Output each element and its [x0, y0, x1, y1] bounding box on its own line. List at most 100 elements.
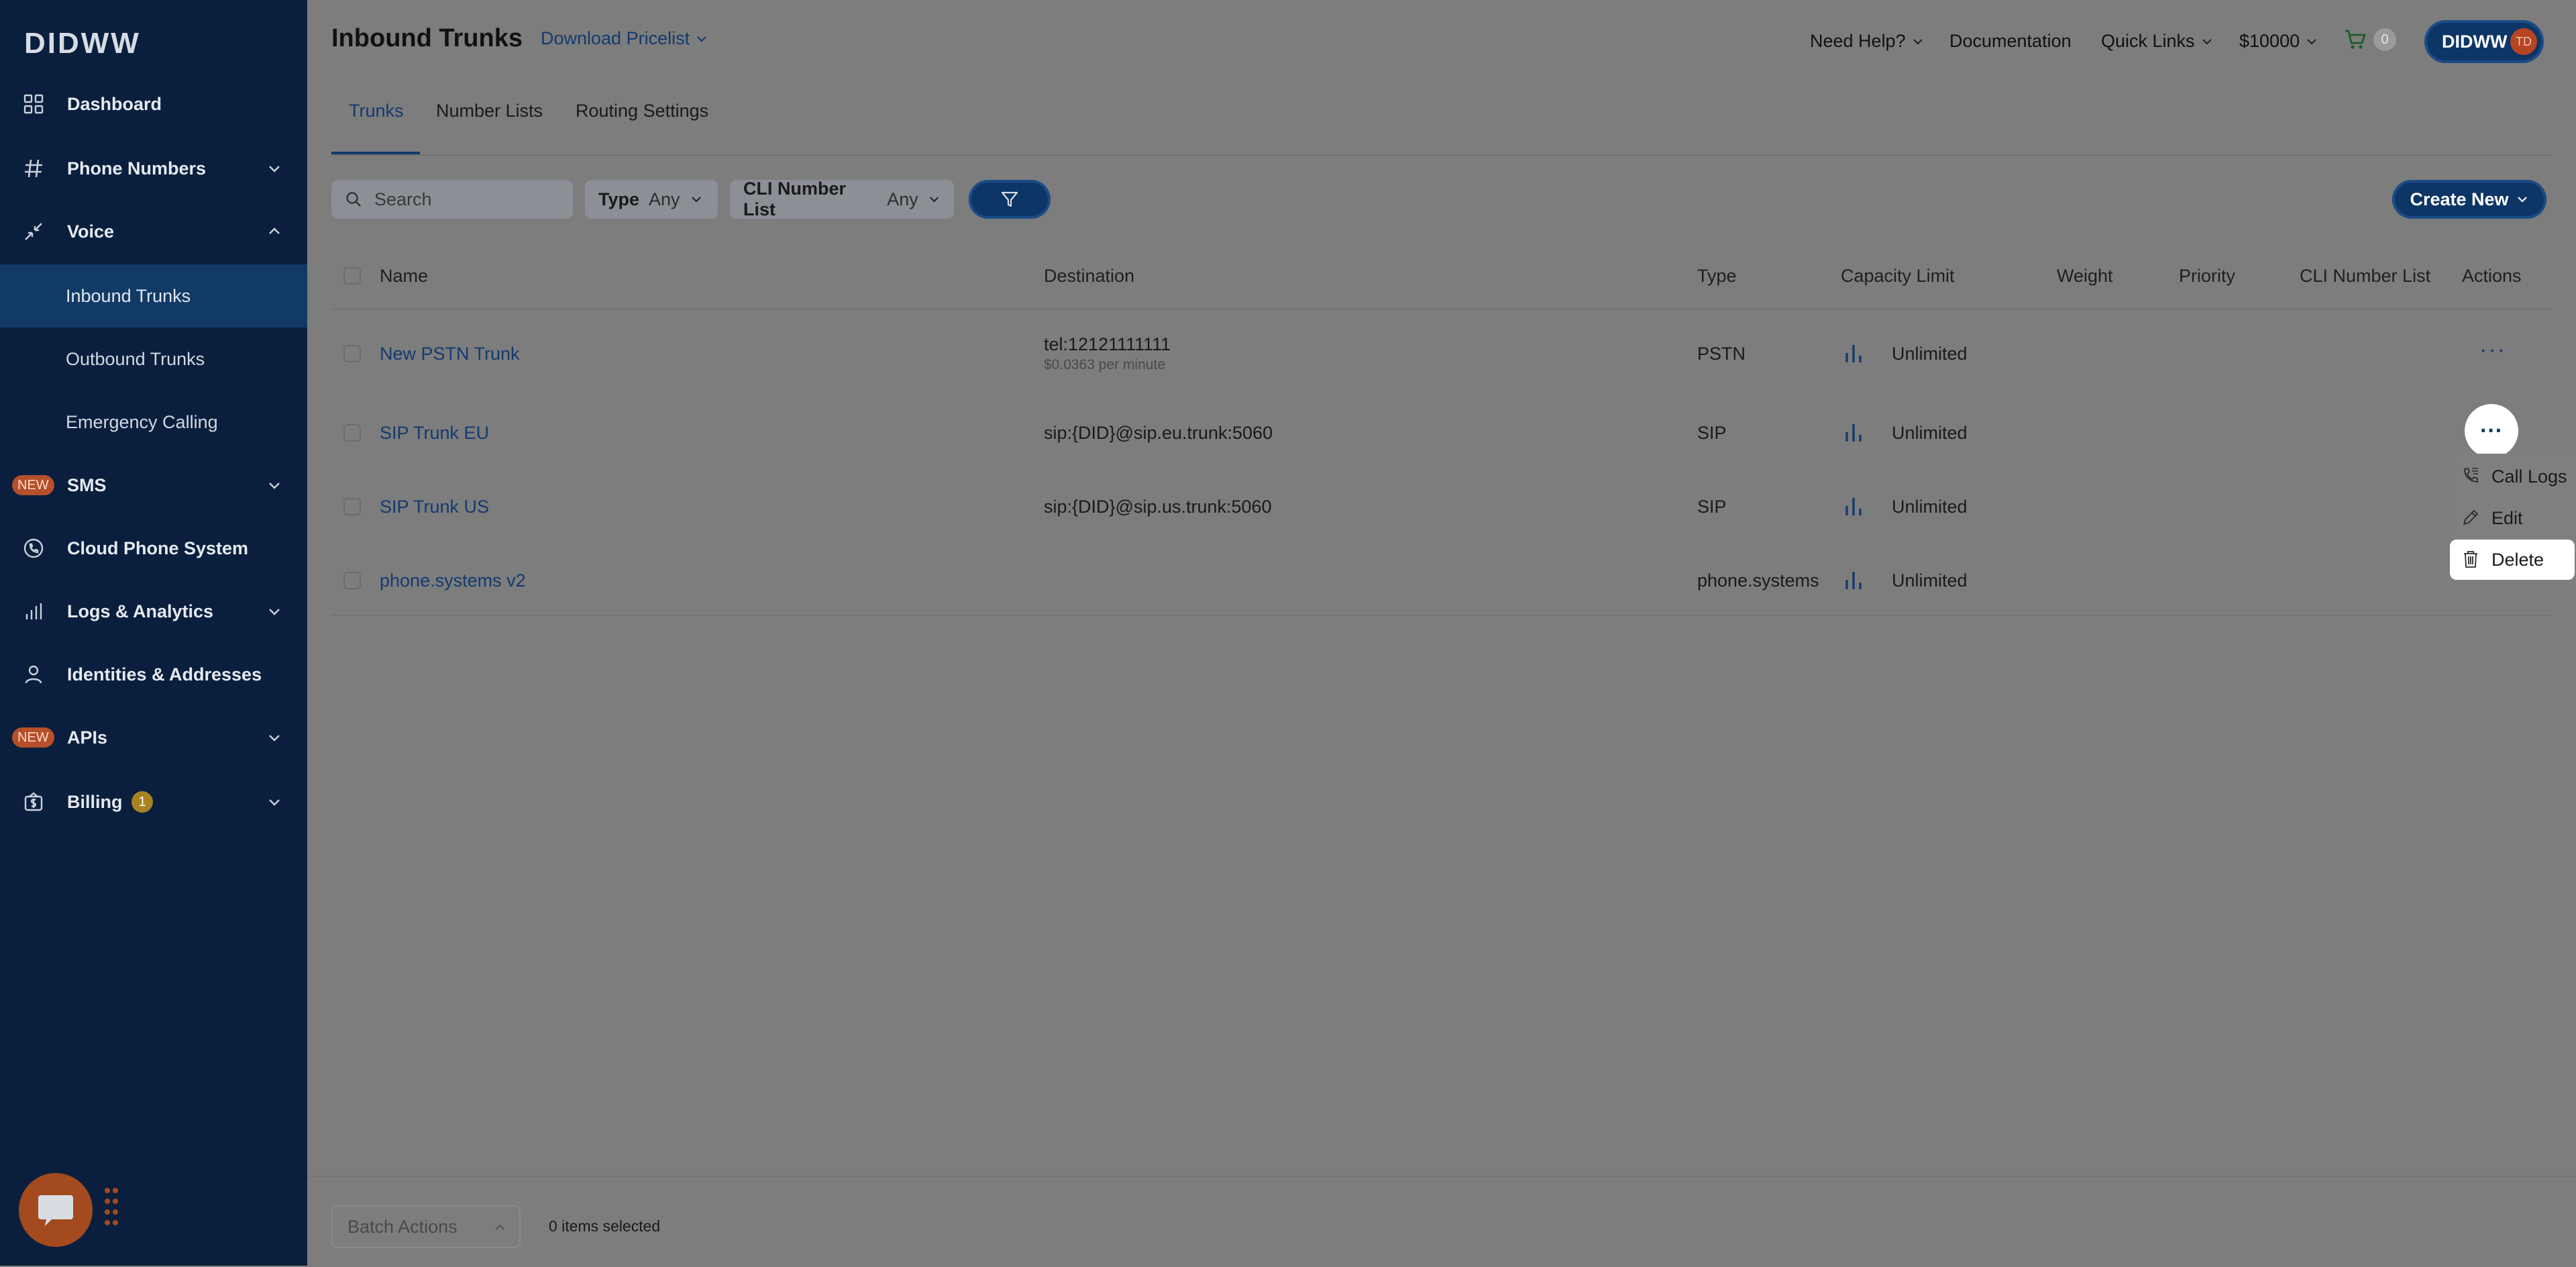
call-logs-icon	[2464, 467, 2478, 483]
column-header-capacity-limit[interactable]: Capacity Limit	[1841, 266, 1955, 287]
trunk-destination-rate: $0.0363 per minute	[1044, 357, 1165, 372]
trash-icon	[2464, 551, 2477, 568]
sidebar-item-logs-analytics[interactable]: Logs & Analytics	[0, 580, 307, 643]
sidebar-item-label: Voice	[67, 221, 115, 242]
capacity-bars-icon	[1845, 345, 1862, 362]
type-filter[interactable]: Type Any	[585, 180, 718, 219]
chevron-up-icon	[269, 227, 280, 234]
dashboard-grid-icon	[20, 91, 47, 117]
sidebar-item-sms[interactable]: NEW SMS	[0, 454, 307, 517]
sidebar-item-identities-addresses[interactable]: Identities & Addresses	[0, 643, 307, 706]
quick-links-label: Quick Links	[2101, 31, 2195, 51]
sidebar-item-dashboard[interactable]: Dashboard	[0, 72, 307, 136]
tab-number-lists[interactable]: Number Lists	[436, 101, 543, 121]
trunk-capacity: Unlimited	[1892, 497, 1968, 517]
trunk-type: phone.systems	[1697, 570, 1819, 591]
sidebar-item-cloud-phone-system[interactable]: Cloud Phone System	[0, 517, 307, 580]
chevron-down-icon	[697, 36, 706, 42]
balance-menu[interactable]: $10000	[2239, 31, 2318, 52]
menu-item-delete[interactable]: Delete	[2450, 540, 2575, 580]
row-actions-button[interactable]: ···	[2479, 337, 2506, 363]
tab-trunks[interactable]: Trunks	[349, 101, 404, 121]
trunk-capacity: Unlimited	[1892, 423, 1968, 443]
account-label: DIDWW	[2442, 31, 2508, 52]
menu-item-call-logs[interactable]: Call Logs	[2450, 456, 2576, 497]
sidebar-item-billing[interactable]: Billing 1	[0, 770, 307, 833]
chevron-down-icon	[691, 197, 701, 203]
capacity-bars-icon	[1845, 424, 1862, 442]
column-header-cli-number-list[interactable]: CLI Number List	[2300, 266, 2430, 287]
sidebar-item-inbound-trunks[interactable]: Inbound Trunks	[0, 264, 307, 327]
column-header-priority[interactable]: Priority	[2179, 266, 2235, 287]
column-header-weight[interactable]: Weight	[2057, 266, 2113, 287]
sidebar-item-label: Cloud Phone System	[67, 538, 249, 558]
sidebar-item-label: APIs	[67, 727, 108, 748]
trunk-destination: sip:{DID}@sip.us.trunk:5060	[1044, 497, 1272, 517]
select-all-checkbox[interactable]	[343, 267, 361, 285]
row-checkbox[interactable]	[343, 498, 361, 515]
drag-handle-icon[interactable]	[103, 1186, 119, 1229]
sidebar-item-label: Billing	[67, 791, 123, 812]
sidebar-item-outbound-trunks[interactable]: Outbound Trunks	[0, 327, 307, 391]
apply-filter-button[interactable]	[969, 180, 1051, 219]
need-help-label: Need Help?	[1810, 31, 1906, 51]
column-header-actions: Actions	[2462, 266, 2522, 286]
download-pricelist-link[interactable]: Download Pricelist	[541, 28, 708, 49]
cli-filter-label: CLI Number List	[743, 179, 847, 219]
chevron-down-icon	[2202, 38, 2212, 45]
trunk-name-link[interactable]: New PSTN Trunk	[380, 344, 520, 364]
trunk-name-link[interactable]: SIP Trunk US	[380, 497, 489, 517]
capacity-bars-icon	[1845, 498, 1862, 515]
chevron-down-icon	[2307, 38, 2316, 45]
cart-button[interactable]: 0	[2344, 28, 2396, 51]
column-header-name[interactable]: Name	[380, 266, 428, 287]
chevron-down-icon	[269, 483, 280, 489]
row-actions-button-active[interactable]: ···	[2465, 404, 2518, 458]
sidebar-item-voice[interactable]: Voice	[0, 200, 307, 263]
need-help-menu[interactable]: Need Help?	[1810, 31, 1925, 52]
search-input[interactable]	[373, 188, 564, 211]
chat-button[interactable]	[19, 1173, 93, 1247]
tab-routing-settings[interactable]: Routing Settings	[576, 101, 708, 121]
sidebar-item-phone-numbers[interactable]: Phone Numbers	[0, 137, 307, 200]
trunk-name-link[interactable]: SIP Trunk EU	[380, 423, 489, 444]
chevron-down-icon	[929, 197, 938, 203]
column-header-destination[interactable]: Destination	[1044, 266, 1134, 287]
chevron-up-icon	[495, 1224, 504, 1230]
search-box	[331, 180, 573, 219]
filter-funnel-icon	[1001, 191, 1018, 207]
chevron-down-icon	[269, 735, 280, 742]
menu-item-label: Edit	[2491, 507, 2523, 528]
chevron-down-icon	[1913, 38, 1923, 45]
cli-number-list-filter[interactable]: CLI Number List Any	[730, 179, 954, 219]
sidebar-item-label: Inbound Trunks	[66, 285, 191, 306]
sidebar: DIDWW Dashboard Phone Numbers Voice Inbo…	[0, 0, 307, 1266]
brand-logo[interactable]: DIDWW	[24, 27, 141, 60]
trunk-type: SIP	[1697, 423, 1727, 443]
documentation-label: Documentation	[1949, 31, 2072, 51]
row-spacer	[331, 392, 2552, 393]
billing-count-badge: 1	[131, 791, 153, 813]
row-checkbox[interactable]	[343, 345, 361, 362]
bar-chart-icon	[20, 598, 47, 625]
search-icon	[346, 192, 361, 207]
documentation-link[interactable]: Documentation	[1949, 31, 2072, 52]
sidebar-item-label: SMS	[67, 474, 107, 495]
create-new-button[interactable]: Create New	[2392, 180, 2546, 219]
person-icon	[20, 661, 47, 688]
column-header-type[interactable]: Type	[1697, 266, 1737, 287]
menu-item-edit[interactable]: Edit	[2450, 498, 2576, 538]
account-menu-button[interactable]: DIDWW TD	[2424, 20, 2544, 63]
trunk-type: SIP	[1697, 497, 1727, 517]
sidebar-item-emergency-calling[interactable]: Emergency Calling	[0, 391, 307, 454]
row-checkbox[interactable]	[343, 572, 361, 589]
sidebar-item-apis[interactable]: NEW APIs	[0, 706, 307, 769]
quick-links-menu[interactable]: Quick Links	[2101, 31, 2214, 52]
batch-actions-select[interactable]: Batch Actions	[331, 1205, 521, 1248]
type-filter-label: Type	[598, 189, 640, 209]
trunk-capacity: Unlimited	[1892, 344, 1968, 364]
row-checkbox[interactable]	[343, 424, 361, 442]
phone-circle-icon	[20, 535, 47, 562]
trunk-capacity: Unlimited	[1892, 570, 1968, 591]
trunk-name-link[interactable]: phone.systems v2	[380, 570, 526, 591]
